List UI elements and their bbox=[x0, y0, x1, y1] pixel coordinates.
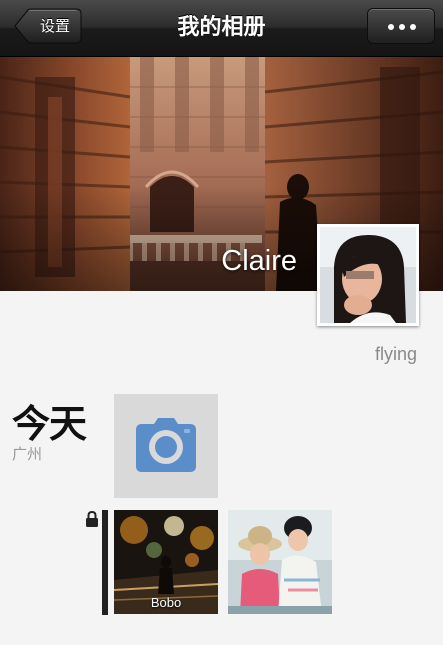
top-navigation-bar: 我的相册 设置 bbox=[0, 0, 443, 57]
profile-signature: flying bbox=[374, 344, 417, 364]
location-label: 广州 bbox=[12, 445, 43, 463]
more-options-button[interactable] bbox=[367, 8, 435, 44]
camera-icon bbox=[136, 418, 196, 472]
back-button-label: 设置 bbox=[39, 17, 70, 35]
add-photo-button[interactable] bbox=[114, 394, 218, 498]
more-dots-icon bbox=[399, 24, 405, 30]
avatar[interactable] bbox=[317, 224, 419, 326]
photo-thumbnail[interactable]: Bobo bbox=[114, 510, 218, 614]
photo-caption: Bobo bbox=[150, 595, 182, 610]
back-button[interactable]: 设置 bbox=[14, 8, 82, 44]
photo-image bbox=[228, 510, 332, 614]
photo-thumbnail[interactable] bbox=[228, 510, 332, 614]
profile-name: Claire bbox=[221, 245, 297, 277]
timeline-bar bbox=[102, 510, 108, 615]
lock-icon bbox=[85, 510, 99, 527]
avatar-image bbox=[320, 227, 416, 323]
day-label: 今天 bbox=[12, 402, 87, 446]
album-screen: 我的相册 设置 Claire flying 今天 广州 Bobo bbox=[0, 0, 443, 645]
more-dots-icon bbox=[388, 24, 394, 30]
more-dots-icon bbox=[410, 24, 416, 30]
